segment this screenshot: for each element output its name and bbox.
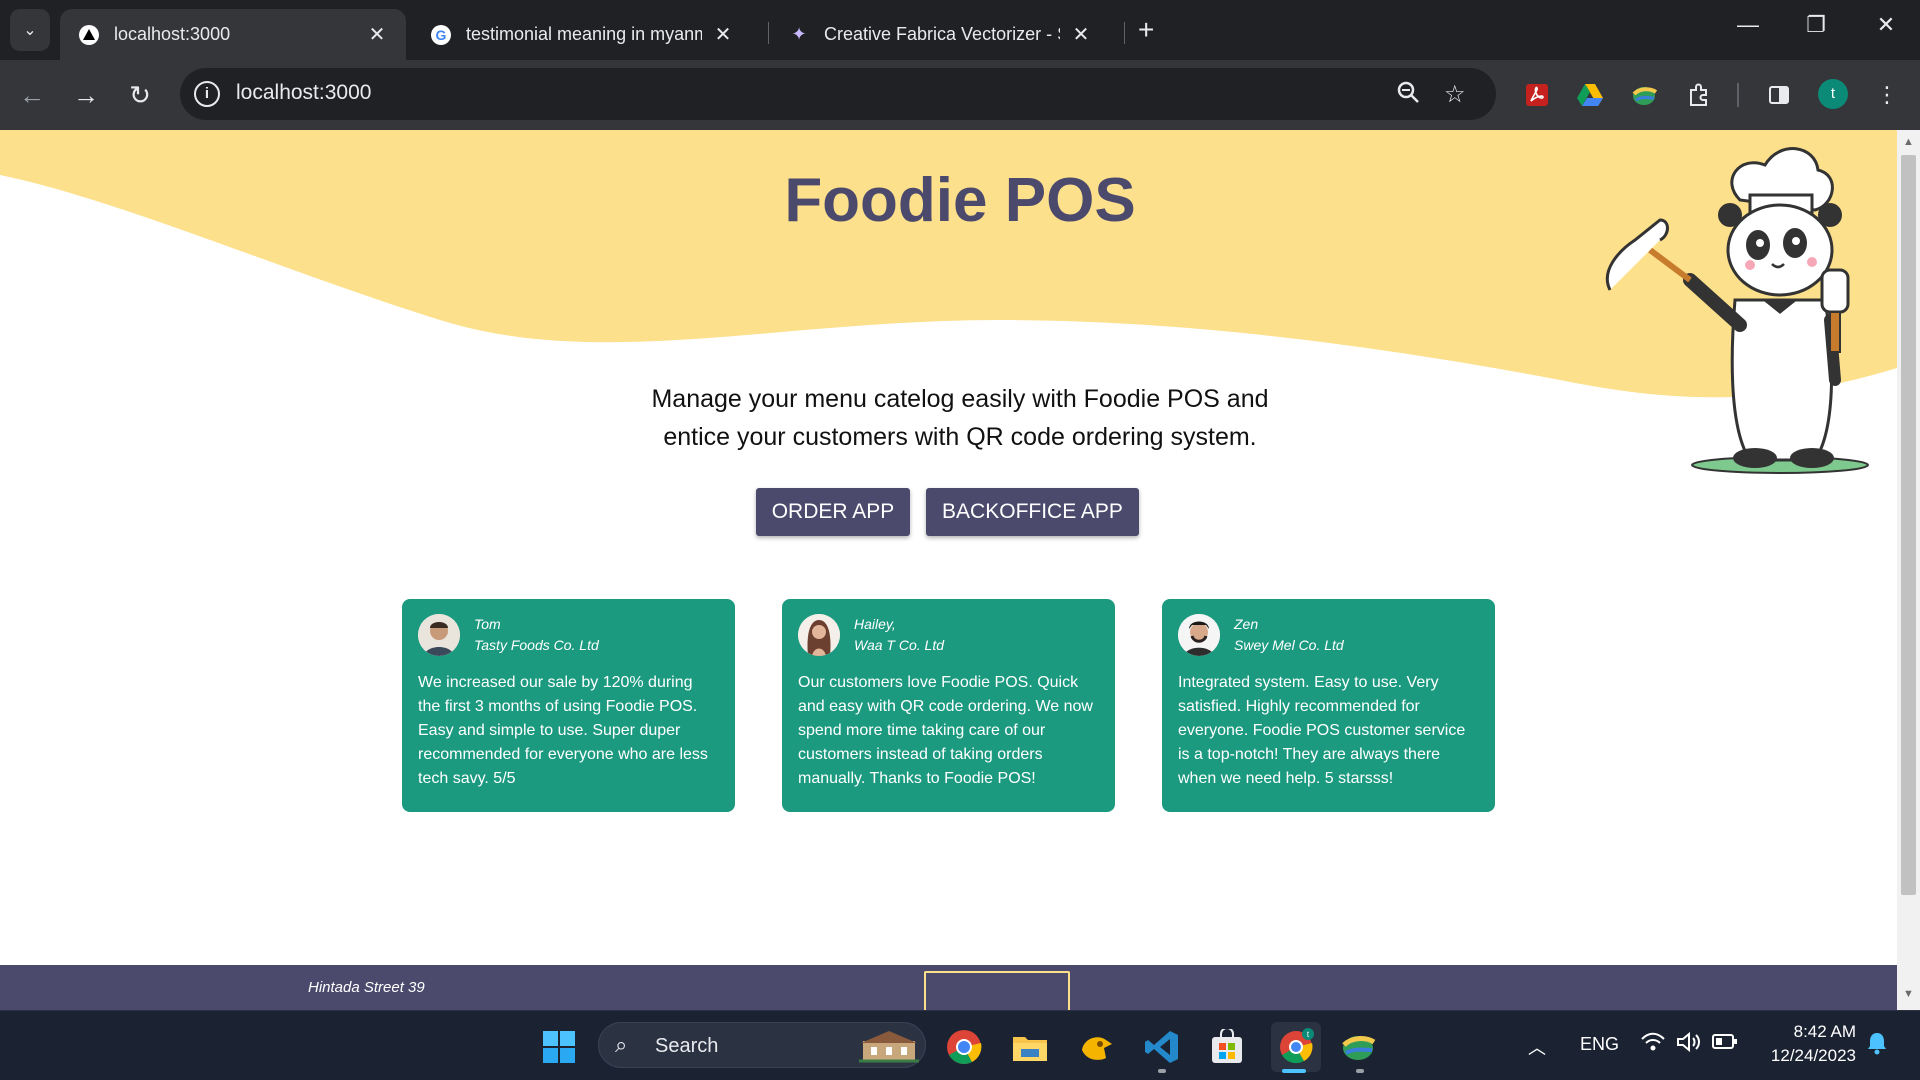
close-tab-icon[interactable]: ✕	[366, 22, 388, 47]
search-highlight-icon	[859, 1031, 919, 1063]
tagline-line-2: entice your customers with QR code order…	[663, 423, 1257, 451]
zoom-icon[interactable]	[1396, 80, 1420, 111]
scroll-down-icon[interactable]: ▼	[1903, 988, 1914, 1000]
globe-extension-icon[interactable]	[1627, 78, 1661, 112]
footer-address: Hintada Street 39	[308, 979, 425, 996]
testimonial-company: Swey Mel Co. Ltd	[1234, 637, 1344, 653]
page-scrollbar[interactable]: ▲ ▼	[1897, 130, 1920, 1010]
avatar	[1178, 614, 1220, 656]
testimonial-company: Waa T Co. Ltd	[854, 637, 945, 653]
wifi-icon[interactable]	[1640, 1031, 1666, 1058]
windows-start-icon[interactable]	[537, 1025, 581, 1069]
testimonial-company: Tasty Foods Co. Ltd	[474, 637, 599, 653]
chrome-taskbar-icon[interactable]	[942, 1025, 986, 1069]
profile-avatar[interactable]: t	[1818, 79, 1848, 109]
scroll-up-icon[interactable]: ▲	[1903, 136, 1914, 148]
active-indicator	[1282, 1069, 1306, 1073]
minimize-icon[interactable]: —	[1718, 12, 1778, 38]
tab-localhost[interactable]: localhost:3000 ✕	[60, 9, 406, 60]
pointer-app-icon[interactable]	[1074, 1025, 1118, 1069]
toolbar-separator	[1737, 83, 1739, 107]
windows-taskbar: ⌕ Search t ︿ ENG 8:42 AM 12/24/2023	[0, 1010, 1920, 1080]
backoffice-app-button[interactable]: BACKOFFICE APP	[926, 488, 1139, 536]
tab-search-button[interactable]: ⌄	[10, 9, 50, 51]
tab-creative-fabrica[interactable]: ✦ Creative Fabrica Vectorizer - Stu ✕	[770, 9, 1110, 60]
microsoft-store-icon[interactable]	[1205, 1025, 1249, 1069]
tab-google-search[interactable]: G testimonial meaning in myanm ✕	[412, 9, 752, 60]
testimonial-text: We increased our sale by 120% during the…	[418, 674, 708, 787]
nextjs-favicon-icon	[78, 24, 100, 46]
browser-toolbar: ← → ↻ i localhost:3000 ☆ t ⋮	[0, 60, 1920, 130]
taskbar-search[interactable]: ⌕ Search	[598, 1022, 926, 1068]
system-clock[interactable]: 8:42 AM 12/24/2023	[1748, 1020, 1856, 1068]
page-footer: Hintada Street 39	[0, 965, 1897, 1010]
testimonial-card: Hailey, Waa T Co. Ltd Our customers love…	[782, 599, 1115, 812]
globe-app-taskbar-icon[interactable]	[1336, 1025, 1380, 1069]
side-panel-icon[interactable]	[1762, 78, 1796, 112]
reload-icon[interactable]: ↻	[122, 80, 158, 111]
extensions-puzzle-icon[interactable]	[1682, 78, 1716, 112]
taskbar-search-label: Search	[655, 1035, 719, 1057]
bookmark-star-icon[interactable]: ☆	[1444, 80, 1466, 109]
input-language[interactable]: ENG	[1580, 1034, 1619, 1055]
tab-title: testimonial meaning in myanm	[466, 24, 702, 44]
tab-separator	[1124, 22, 1125, 44]
scrollbar-thumb[interactable]	[1901, 155, 1916, 895]
forward-icon[interactable]: →	[68, 80, 104, 111]
site-info-icon[interactable]: i	[194, 81, 220, 107]
address-url[interactable]: localhost:3000	[236, 81, 371, 105]
order-app-button[interactable]: ORDER APP	[756, 488, 910, 536]
chrome-profile-taskbar-icon[interactable]: t	[1271, 1022, 1321, 1072]
tagline: Manage your menu catelog easily with Foo…	[560, 380, 1360, 456]
close-tab-icon[interactable]: ✕	[1070, 22, 1092, 47]
clock-date: 12/24/2023	[1770, 1046, 1856, 1065]
volume-icon[interactable]	[1676, 1031, 1702, 1058]
avatar	[798, 614, 840, 656]
running-indicator	[1158, 1069, 1166, 1073]
google-drive-icon[interactable]	[1573, 78, 1607, 112]
close-window-icon[interactable]: ✕	[1856, 12, 1916, 38]
close-tab-icon[interactable]: ✕	[712, 22, 734, 47]
testimonial-name: Tom	[474, 616, 501, 632]
sparkle-favicon-icon: ✦	[791, 24, 807, 44]
testimonial-name: Zen	[1234, 616, 1259, 632]
testimonial-card: Zen Swey Mel Co. Ltd Integrated system. …	[1162, 599, 1495, 812]
restore-icon[interactable]: ❐	[1786, 12, 1846, 38]
testimonial-text: Integrated system. Easy to use. Very sat…	[1178, 674, 1466, 787]
svg-text:G: G	[436, 27, 447, 43]
footer-logo-frame	[924, 971, 1070, 1010]
tab-separator	[768, 22, 769, 44]
google-favicon-icon: G	[430, 24, 452, 46]
avatar	[418, 614, 460, 656]
chevron-down-icon: ⌄	[23, 22, 37, 39]
vscode-icon[interactable]	[1140, 1025, 1184, 1069]
page-viewport: Foodie POS Manage your menu catelog easi…	[0, 130, 1897, 1010]
pdf-extension-icon[interactable]	[1520, 78, 1554, 112]
testimonial-card: Tom Tasty Foods Co. Ltd We increased our…	[402, 599, 735, 812]
panda-chef-illustration	[1605, 147, 1869, 474]
battery-icon[interactable]	[1712, 1033, 1738, 1056]
running-indicator	[1356, 1069, 1364, 1073]
address-bar[interactable]: i localhost:3000 ☆	[180, 68, 1496, 120]
tagline-line-1: Manage your menu catelog easily with Foo…	[651, 385, 1269, 413]
search-icon: ⌕	[615, 1032, 628, 1057]
testimonial-text: Our customers love Foodie POS. Quick and…	[798, 674, 1093, 787]
tab-title: localhost:3000	[114, 24, 231, 44]
tab-title: Creative Fabrica Vectorizer - Stu	[824, 24, 1060, 44]
new-tab-icon[interactable]: +	[1138, 14, 1154, 46]
show-hidden-icons-chevron-icon[interactable]: ︿	[1528, 1034, 1546, 1060]
back-icon[interactable]: ←	[14, 80, 50, 111]
file-explorer-icon[interactable]	[1008, 1025, 1052, 1069]
tab-strip: ⌄ localhost:3000 ✕ G testimonial meaning…	[0, 0, 1920, 60]
notifications-bell-icon[interactable]	[1866, 1031, 1888, 1060]
menu-kebab-icon[interactable]: ⋮	[1870, 78, 1904, 112]
clock-time: 8:42 AM	[1793, 1022, 1856, 1041]
testimonial-name: Hailey,	[854, 616, 896, 632]
